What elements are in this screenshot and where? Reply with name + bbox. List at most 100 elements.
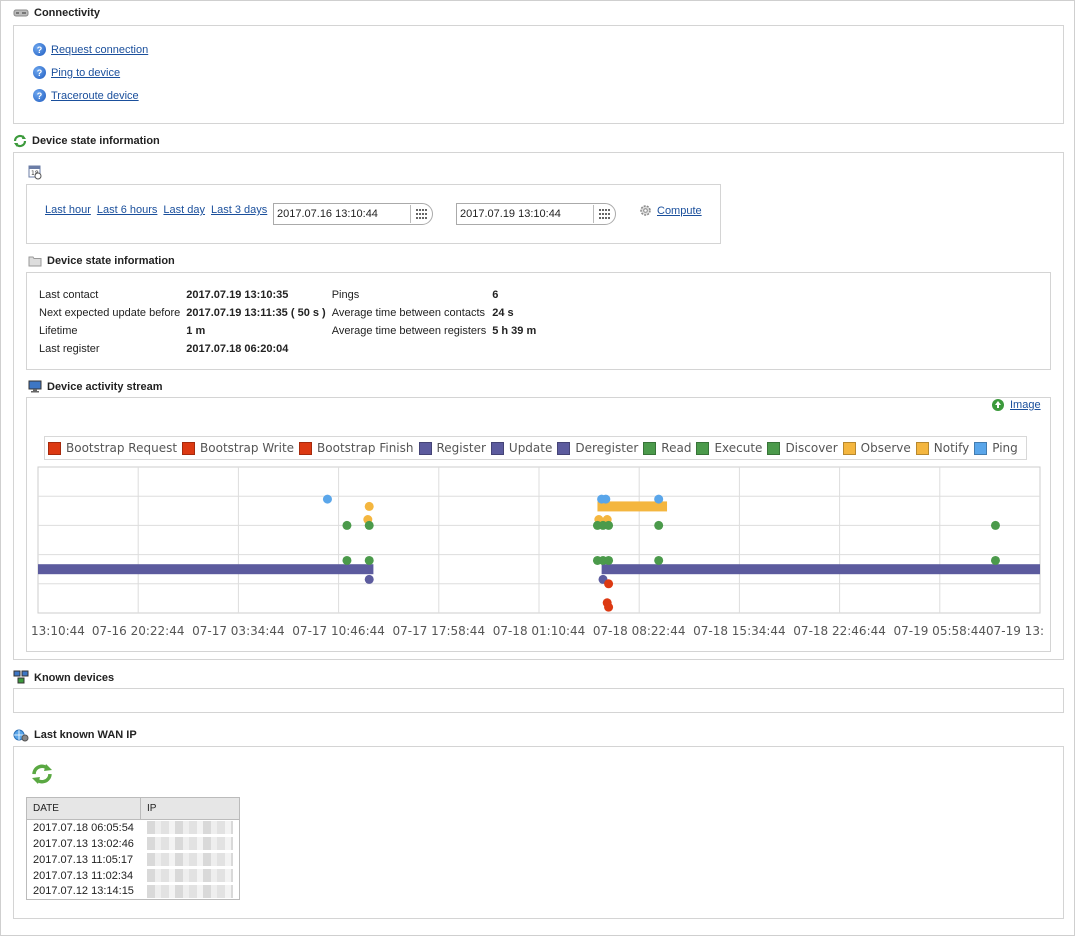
globe-icon — [13, 729, 29, 742]
calendar-icon — [415, 209, 427, 219]
last-contact-value: 2017.07.19 13:10:35 — [186, 289, 289, 301]
wan-ip-cell — [141, 820, 240, 836]
event-point — [601, 494, 611, 504]
table-row: 2017.07.13 13:02:46 — [27, 836, 240, 852]
legend-swatch — [915, 441, 929, 455]
legend-item[interactable]: Bootstrap Finish — [299, 441, 414, 455]
from-calendar-button[interactable] — [410, 205, 432, 223]
legend-swatch — [299, 441, 313, 455]
last-contact-label: Last contact — [39, 289, 99, 301]
download-icon — [992, 399, 1004, 411]
legend-label: Ping — [992, 441, 1018, 455]
avg-contacts-value: 24 s — [492, 307, 514, 319]
legend-label: Discover — [785, 441, 838, 455]
next-update-label: Next expected update before — [39, 307, 181, 319]
legend-item[interactable]: Execute — [696, 441, 762, 455]
event-point — [604, 579, 614, 589]
range-last-hour-link[interactable]: Last hour — [45, 204, 91, 216]
device-state-title: Device state information — [32, 135, 160, 147]
event-point — [654, 494, 664, 504]
x-tick-label: 07-18 15:34:44 — [693, 624, 786, 638]
pings-value: 6 — [492, 289, 499, 301]
legend-label: Bootstrap Finish — [317, 441, 414, 455]
range-last-6-hours-link[interactable]: Last 6 hours — [97, 204, 158, 216]
info-row: Lifetime 1 m Average time between regist… — [36, 322, 539, 340]
activity-chart: 13:10:44 07-16 20:22:44 07-17 03:34:44 07-1… — [31, 466, 1044, 638]
refresh-wan-icon[interactable] — [30, 762, 54, 786]
wan-date-cell: 2017.07.13 13:02:46 — [33, 837, 134, 850]
from-date-field[interactable] — [273, 203, 433, 225]
wan-ip-cell — [141, 884, 240, 900]
x-tick-label: 07-19 05:58:44 — [894, 624, 987, 638]
monitor-icon — [28, 380, 42, 393]
legend-swatch — [842, 441, 856, 455]
to-date-input[interactable] — [457, 205, 593, 223]
date-column-header[interactable]: DATE — [26, 797, 141, 820]
event-point — [342, 520, 352, 530]
legend-item[interactable]: Read — [643, 441, 691, 455]
legend-item[interactable]: Deregister — [557, 441, 638, 455]
ping-device-label[interactable]: Ping to device — [51, 67, 120, 79]
state-info-title: Device state information — [47, 255, 175, 267]
legend-item[interactable]: Notify — [915, 441, 969, 455]
activity-section-title: Device activity stream — [28, 380, 163, 393]
traceroute-device-link[interactable]: ? Traceroute device — [33, 89, 139, 102]
traceroute-device-label[interactable]: Traceroute device — [51, 90, 139, 102]
event-point — [654, 520, 664, 530]
legend-swatch — [643, 441, 657, 455]
avg-registers-label: Average time between registers — [331, 325, 487, 337]
event-point — [604, 602, 614, 612]
legend-swatch — [557, 441, 571, 455]
from-date-input[interactable] — [274, 205, 410, 223]
legend-swatch — [48, 441, 61, 455]
connectivity-icon — [13, 9, 29, 17]
legend-label: Read — [661, 441, 692, 455]
legend-item[interactable]: Bootstrap Write — [182, 441, 294, 455]
request-connection-label[interactable]: Request connection — [51, 44, 148, 56]
to-calendar-button[interactable] — [593, 205, 615, 223]
range-last-day-link[interactable]: Last day — [163, 204, 205, 216]
gear-icon — [640, 205, 651, 216]
activity-bar — [601, 564, 1040, 575]
help-icon: ? — [33, 89, 46, 102]
x-tick-label: 07-17 10:46:44 — [292, 624, 385, 638]
last-register-label: Last register — [39, 343, 100, 355]
legend-swatch — [182, 441, 196, 455]
legend-item[interactable]: Bootstrap Request — [48, 441, 177, 455]
event-point — [364, 574, 374, 584]
legend-item[interactable]: Update — [490, 441, 552, 455]
request-connection-link[interactable]: ? Request connection — [33, 43, 148, 56]
ip-column-header[interactable]: IP — [140, 797, 240, 820]
calendar-icon — [598, 209, 610, 219]
redacted-ip — [146, 869, 233, 882]
x-tick-label: 07-18 22:46:44 — [793, 624, 886, 638]
compute-label[interactable]: Compute — [657, 205, 702, 217]
info-row: Last contact 2017.07.19 13:10:35 Pings 6 — [36, 286, 539, 304]
avg-registers-value: 5 h 39 m — [492, 325, 537, 337]
to-date-field[interactable] — [456, 203, 616, 225]
image-label[interactable]: Image — [1010, 399, 1041, 411]
ping-device-link[interactable]: ? Ping to device — [33, 66, 120, 79]
event-point — [990, 555, 1000, 565]
legend-item[interactable]: Ping — [974, 441, 1018, 455]
legend-label: Deregister — [575, 441, 639, 455]
lifetime-value: 1 m — [186, 325, 206, 337]
table-row: 2017.07.13 11:02:34 — [27, 868, 240, 884]
redacted-ip — [146, 821, 233, 835]
wan-date-cell: 2017.07.12 13:14:15 — [33, 885, 134, 898]
legend-item[interactable]: Register — [418, 441, 486, 455]
wan-date-cell: 2017.07.18 06:05:54 — [33, 821, 134, 834]
calendar-clock-icon: 18 — [28, 165, 42, 180]
legend-item[interactable]: Discover — [767, 441, 838, 455]
wan-ip-cell — [141, 836, 240, 852]
event-point — [990, 520, 1000, 530]
compute-button[interactable]: Compute — [639, 204, 702, 217]
lifetime-label: Lifetime — [39, 325, 78, 337]
x-tick-label: 07-16 20:22:44 — [92, 624, 185, 638]
legend-item[interactable]: Observe — [842, 441, 911, 455]
redacted-ip — [146, 837, 233, 850]
image-export-button[interactable]: Image — [991, 398, 1041, 412]
legend-label: Register — [436, 441, 486, 455]
event-point — [604, 520, 614, 530]
range-last-3-days-link[interactable]: Last 3 days — [211, 204, 267, 216]
